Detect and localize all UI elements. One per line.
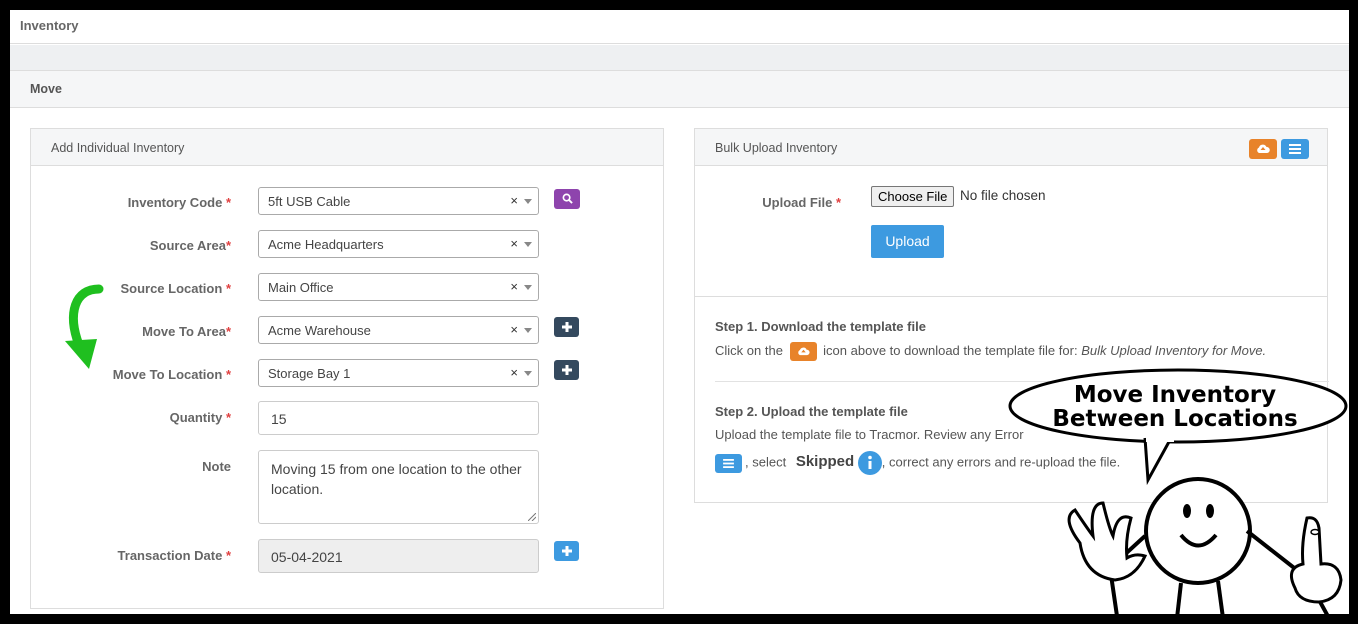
- callout-line2: Between Locations: [1052, 406, 1298, 432]
- note-textarea[interactable]: Moving 15 from one location to the other…: [258, 450, 539, 524]
- chevron-down-icon[interactable]: [524, 199, 532, 204]
- move-to-area-value: Acme Warehouse: [268, 323, 371, 338]
- chevron-down-icon[interactable]: [524, 285, 532, 290]
- divider: [695, 296, 1327, 297]
- bulk-panel-header: Bulk Upload Inventory: [695, 129, 1327, 166]
- list-icon: [723, 458, 734, 468]
- move-to-location-value: Storage Bay 1: [268, 366, 351, 381]
- source-location-value: Main Office: [268, 280, 334, 295]
- curved-arrow-icon: [65, 284, 104, 369]
- move-to-area-select[interactable]: Acme Warehouse ×: [258, 316, 539, 344]
- resize-handle-icon[interactable]: [528, 513, 536, 521]
- cloud-upload-icon: [797, 347, 810, 356]
- quantity-label: Quantity *: [169, 410, 231, 425]
- app-frame: Inventory Move Add Individual Inventory …: [10, 10, 1349, 614]
- source-area-label: Source Area*: [149, 238, 231, 253]
- source-area-select[interactable]: Acme Headquarters ×: [258, 230, 539, 258]
- search-inventory-button[interactable]: [554, 189, 580, 209]
- step2-line1: Upload the template file to Tracmor. Rev…: [715, 427, 1024, 442]
- section-header: Move: [10, 71, 1349, 108]
- plus-icon: [561, 322, 572, 332]
- callout-line1: Move Inventory: [1073, 382, 1277, 408]
- plus-icon: [561, 546, 572, 556]
- clear-icon[interactable]: ×: [510, 322, 518, 337]
- transaction-date-input[interactable]: 05-04-2021: [258, 539, 539, 573]
- plus-icon: [561, 365, 572, 375]
- add-date-button[interactable]: [554, 541, 579, 561]
- search-icon: [562, 193, 573, 204]
- choose-file-button[interactable]: Choose File: [871, 186, 955, 207]
- step1-description: Click on the icon above to download the …: [715, 342, 1266, 361]
- list-view-button[interactable]: [1281, 139, 1309, 159]
- header-band: [10, 45, 1349, 71]
- upload-file-label: Upload File *: [762, 195, 841, 210]
- top-bar: Inventory: [10, 10, 1349, 44]
- step2-title: Step 2. Upload the template file: [715, 404, 908, 419]
- move-to-location-select[interactable]: Storage Bay 1 ×: [258, 359, 539, 387]
- cloud-upload-icon: [1257, 144, 1270, 153]
- download-template-button[interactable]: [1249, 139, 1277, 159]
- inventory-code-select[interactable]: 5ft USB Cable ×: [258, 187, 539, 215]
- chevron-down-icon[interactable]: [524, 371, 532, 376]
- source-location-select[interactable]: Main Office ×: [258, 273, 539, 301]
- add-area-button[interactable]: [554, 317, 579, 337]
- individual-panel: Add Individual Inventory Inventory Code …: [30, 128, 664, 609]
- bulk-panel-title: Bulk Upload Inventory: [715, 141, 838, 155]
- step1-title: Step 1. Download the template file: [715, 319, 926, 334]
- note-label: Note: [202, 459, 231, 474]
- transaction-date-label: Transaction Date *: [117, 548, 231, 563]
- app-title: Inventory: [20, 18, 79, 33]
- chevron-down-icon[interactable]: [524, 242, 532, 247]
- list-icon: [1289, 144, 1301, 154]
- upload-button[interactable]: Upload: [871, 225, 944, 258]
- no-file-text: No file chosen: [960, 188, 1046, 203]
- inventory-code-value: 5ft USB Cable: [268, 194, 351, 209]
- skipped-label: Skipped: [795, 453, 855, 471]
- download-icon-inline: [789, 342, 817, 361]
- individual-panel-title: Add Individual Inventory: [51, 141, 185, 155]
- add-location-button[interactable]: [554, 360, 579, 380]
- list-icon-inline: [715, 453, 742, 473]
- section-title: Move: [30, 82, 62, 96]
- clear-icon[interactable]: ×: [510, 193, 518, 208]
- source-area-value: Acme Headquarters: [268, 237, 384, 252]
- note-text: Moving 15 from one location to the other…: [271, 461, 522, 497]
- callout-text: Move Inventory Between Locations: [1010, 383, 1340, 431]
- chevron-down-icon[interactable]: [524, 328, 532, 333]
- individual-panel-header: Add Individual Inventory: [31, 129, 663, 166]
- info-icon: [857, 451, 882, 475]
- clear-icon[interactable]: ×: [510, 365, 518, 380]
- clear-icon[interactable]: ×: [510, 279, 518, 294]
- inventory-code-label: Inventory Code *: [127, 195, 231, 210]
- clear-icon[interactable]: ×: [510, 236, 518, 251]
- quantity-input[interactable]: 15: [258, 401, 539, 435]
